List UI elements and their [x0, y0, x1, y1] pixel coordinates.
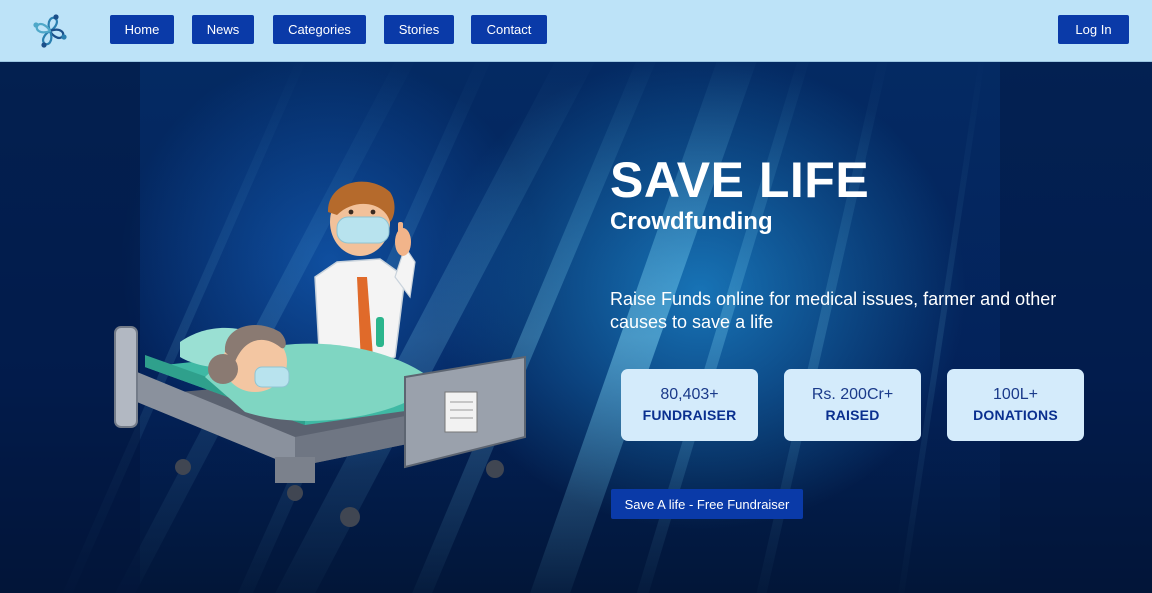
nav-contact-button[interactable]: Contact [471, 15, 547, 44]
nav-news-button[interactable]: News [192, 15, 254, 44]
nav-home-button[interactable]: Home [110, 15, 174, 44]
nav-stories-button[interactable]: Stories [384, 15, 454, 44]
stat-label: RAISED [825, 407, 880, 423]
save-a-life-fundraiser-button[interactable]: Save A life - Free Fundraiser [611, 489, 803, 519]
hero-section: SAVE LIFE Crowdfunding Raise Funds onlin… [0, 62, 1152, 593]
hero-description: Raise Funds online for medical issues, f… [610, 289, 1057, 332]
hero-title: SAVE LIFE [610, 152, 870, 208]
stat-card-raised: Rs. 200Cr+ RAISED [784, 369, 921, 441]
logo-icon[interactable] [30, 11, 70, 51]
hero-subtitle: Crowdfunding [610, 208, 773, 235]
stat-value: 100L+ [993, 386, 1038, 403]
stat-label: FUNDRAISER [642, 407, 737, 423]
doctor-patient-bed-illustration [114, 181, 526, 527]
login-button[interactable]: Log In [1058, 15, 1129, 44]
stat-label: DONATIONS [973, 407, 1058, 423]
top-navbar: Home News Categories Stories Contact Log… [0, 0, 1152, 62]
stat-card-fundraiser: 80,403+ FUNDRAISER [621, 369, 758, 441]
nav-categories-button[interactable]: Categories [273, 15, 366, 44]
stat-value: 80,403+ [660, 386, 719, 403]
hospital-bed [114, 326, 526, 527]
stat-card-donations: 100L+ DONATIONS [947, 369, 1084, 441]
stat-value: Rs. 200Cr+ [811, 386, 894, 403]
